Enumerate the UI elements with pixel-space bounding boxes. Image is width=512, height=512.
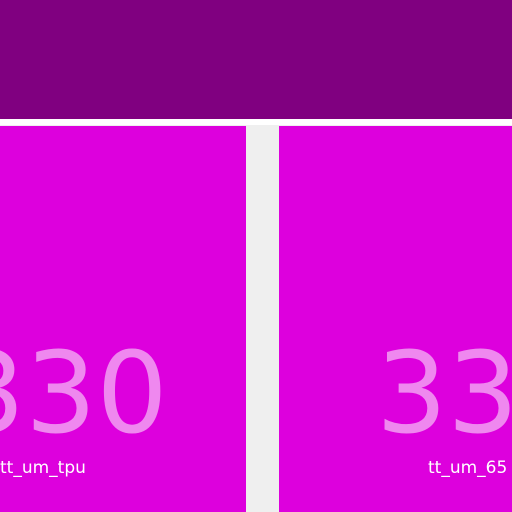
project-tile-right[interactable]: 33 tt_um_65 [279,126,512,512]
header-divider [0,119,512,125]
tile-caption: tt_um_tpu [0,458,86,478]
tile-number: 33 [376,329,512,459]
tile-caption: tt_um_65 [428,458,508,478]
tile-number: 330 [0,329,168,459]
top-app-bar [0,0,512,119]
tile-gutter [246,126,279,512]
project-tile-left[interactable]: 330 tt_um_tpu [0,126,246,512]
app-screen: 330 tt_um_tpu 33 tt_um_65 [0,0,512,512]
